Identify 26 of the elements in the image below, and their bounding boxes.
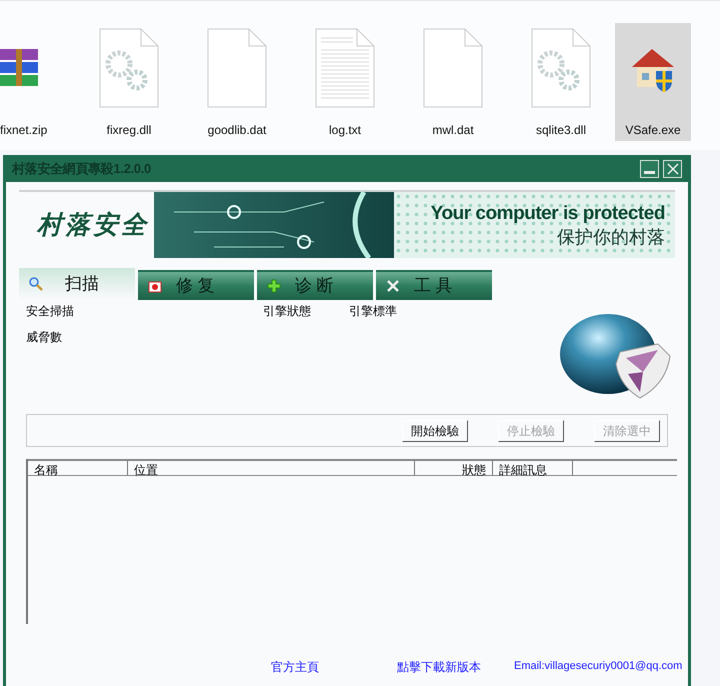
scan-label: 安全掃描 <box>26 303 74 320</box>
file-item[interactable]: fixreg.dll <box>75 23 183 141</box>
threat-count-label: 威脅數 <box>26 329 62 346</box>
banner-headline: Your computer is protected <box>430 202 665 226</box>
file-item[interactable]: sqlite3.dll <box>507 23 615 141</box>
tab[interactable]: 修 复 <box>138 270 254 300</box>
banner-subtitle: 保护你的村落 <box>557 226 665 248</box>
tab[interactable]: 扫描 <box>19 268 135 300</box>
footer-link[interactable]: Email:villagesecuriy0001@qq.com <box>514 658 682 674</box>
tab[interactable]: 工 具 <box>376 270 492 300</box>
tab[interactable]: 诊 断 <box>257 270 373 300</box>
engine-standard-label: 引擎標準 <box>349 303 397 320</box>
column-header[interactable]: 狀態 <box>415 461 493 475</box>
file-item[interactable]: VSafe.exe <box>615 23 691 141</box>
column-header[interactable]: 名稱 <box>28 461 128 475</box>
column-header[interactable]: 位置 <box>128 461 415 475</box>
file-item[interactable]: fixnet.zip <box>0 23 75 141</box>
file-item[interactable]: mwl.dat <box>399 23 507 141</box>
footer-link[interactable]: 官方主頁 <box>271 658 319 676</box>
footer-link[interactable]: 點擊下載新版本 <box>397 658 481 676</box>
logo-text: 村落安全 <box>37 209 149 242</box>
file-item[interactable]: log.txt <box>291 23 399 141</box>
engine-status-label: 引擎狀態 <box>263 303 311 320</box>
action-button[interactable]: 開始檢驗 <box>402 420 468 442</box>
column-header[interactable]: 詳細訊息 <box>493 461 573 475</box>
file-item[interactable]: goodlib.dat <box>183 23 291 141</box>
